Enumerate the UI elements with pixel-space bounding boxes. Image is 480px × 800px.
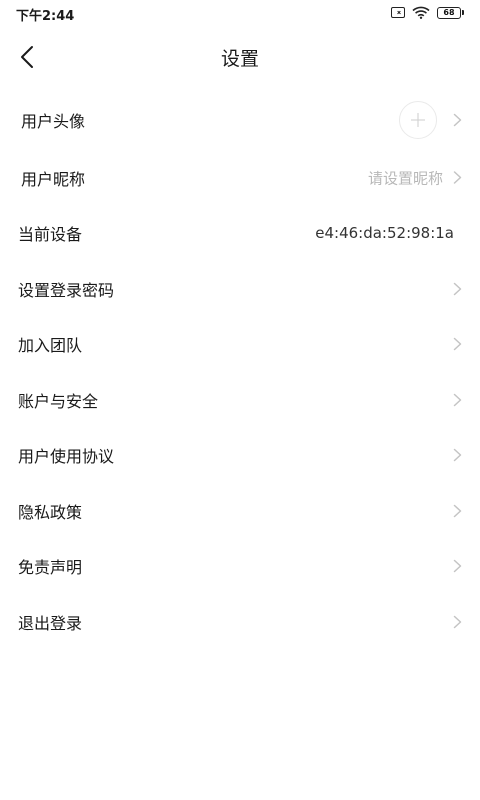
plus-icon (411, 113, 425, 127)
device-row: 当前设备 e4:46:da:52:98:1a (0, 206, 480, 262)
user-agreement-row[interactable]: 用户使用协议 (0, 428, 480, 484)
logout-row[interactable]: 退出登录 (0, 594, 480, 650)
chevron-right-icon (453, 504, 462, 517)
join-team-row[interactable]: 加入团队 (0, 317, 480, 373)
set-password-label: 设置登录密码 (18, 280, 115, 300)
wifi-icon (412, 6, 430, 19)
avatar-row-right (399, 101, 462, 139)
nickname-placeholder: 请设置昵称 (367, 169, 443, 188)
chevron-right-icon (453, 560, 462, 573)
status-icons: 68 (391, 6, 464, 19)
nickname-row[interactable]: 用户昵称 请设置昵称 (0, 150, 480, 206)
chevron-right-icon (453, 393, 462, 406)
avatar-row[interactable]: 用户头像 (0, 90, 480, 150)
battery-indicator: 68 (437, 6, 464, 19)
user-agreement-row-right (453, 448, 462, 462)
navigation-bar: 设置 (0, 28, 480, 84)
device-value: e4:46:da:52:98:1a (315, 224, 454, 243)
device-label: 当前设备 (18, 225, 83, 245)
nickname-label: 用户昵称 (21, 169, 86, 189)
privacy-policy-row-right (453, 504, 462, 518)
privacy-policy-label: 隐私政策 (18, 502, 83, 522)
page-title: 设置 (220, 48, 259, 70)
status-time: 下午2:44 (16, 9, 75, 24)
battery-level: 68 (437, 6, 461, 19)
user-agreement-label: 用户使用协议 (18, 447, 115, 467)
chevron-right-icon (453, 282, 462, 295)
logout-label: 退出登录 (18, 613, 83, 633)
chevron-right-icon (453, 615, 462, 628)
chevron-right-icon (453, 449, 462, 462)
account-security-label: 账户与安全 (18, 391, 99, 411)
join-team-label: 加入团队 (18, 336, 83, 356)
privacy-policy-row[interactable]: 隐私政策 (0, 483, 480, 539)
set-password-row[interactable]: 设置登录密码 (0, 261, 480, 317)
device-row-right: e4:46:da:52:98:1a (315, 224, 462, 242)
settings-list: 用户头像 用户昵称 请设置昵称 当前设备 e4:46:da:52:98:1a 设… (0, 90, 480, 650)
chevron-right-icon (453, 338, 462, 351)
avatar-add-button[interactable] (399, 101, 437, 139)
disclaimer-row[interactable]: 免责声明 (0, 539, 480, 595)
chevron-right-icon (453, 171, 462, 184)
status-bar: 下午2:44 68 (0, 0, 480, 28)
logout-row-right (453, 615, 462, 629)
account-security-row[interactable]: 账户与安全 (0, 372, 480, 428)
join-team-row-right (453, 337, 462, 351)
account-security-row-right (453, 393, 462, 407)
disclaimer-label: 免责声明 (18, 558, 83, 578)
battery-tip (462, 10, 464, 15)
no-sim-icon (391, 7, 405, 18)
set-password-row-right (453, 282, 462, 296)
disclaimer-row-right (453, 559, 462, 573)
nickname-row-right: 请设置昵称 (368, 167, 462, 188)
avatar-label: 用户头像 (21, 112, 86, 131)
chevron-right-icon (453, 113, 462, 127)
